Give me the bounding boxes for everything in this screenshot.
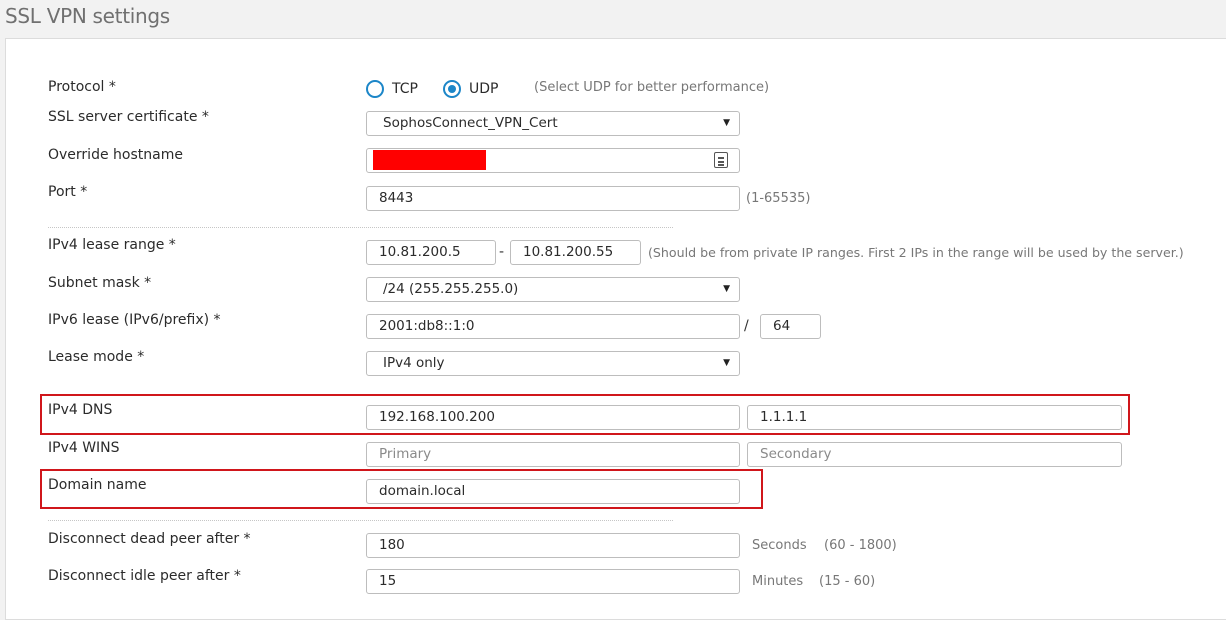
section-divider xyxy=(48,520,673,521)
range-separator: - xyxy=(499,244,505,260)
ipv6-prefix-input[interactable]: 64 xyxy=(760,314,821,339)
protocol-hint: (Select UDP for better performance) xyxy=(534,80,770,95)
protocol-udp-radio[interactable] xyxy=(443,80,461,98)
contact-card-icon[interactable] xyxy=(714,152,728,168)
protocol-label: Protocol * xyxy=(48,79,116,95)
domain-input[interactable]: domain.local xyxy=(366,479,740,504)
ipv6-lease-label: IPv6 lease (IPv6/prefix) * xyxy=(48,312,221,328)
chevron-down-icon: ▼ xyxy=(723,358,730,368)
dead-peer-range: (60 - 1800) xyxy=(824,538,897,553)
lease-mode-select[interactable]: IPv4 only ▼ xyxy=(366,351,740,376)
subnet-select[interactable]: /24 (255.255.255.0) ▼ xyxy=(366,277,740,302)
certificate-select[interactable]: SophosConnect_VPN_Cert ▼ xyxy=(366,111,740,136)
section-divider xyxy=(48,227,673,228)
dns-label: IPv4 DNS xyxy=(48,402,113,418)
port-hint: (1-65535) xyxy=(746,191,811,206)
page-title: SSL VPN settings xyxy=(5,4,170,28)
chevron-down-icon: ▼ xyxy=(723,118,730,128)
ipv4-range-hint: (Should be from private IP ranges. First… xyxy=(648,245,1184,260)
hostname-label: Override hostname xyxy=(48,147,183,163)
lease-mode-label: Lease mode * xyxy=(48,349,145,365)
wins-primary-input[interactable]: Primary xyxy=(366,442,740,467)
radio-selected-dot xyxy=(448,85,456,93)
dns-primary-input[interactable]: 192.168.100.200 xyxy=(366,405,740,430)
port-input[interactable]: 8443 xyxy=(366,186,740,211)
domain-label: Domain name xyxy=(48,477,147,493)
protocol-tcp-radio[interactable] xyxy=(366,80,384,98)
dead-peer-unit: Seconds xyxy=(752,538,807,553)
idle-peer-range: (15 - 60) xyxy=(819,574,876,589)
certificate-label: SSL server certificate * xyxy=(48,109,209,125)
subnet-value: /24 (255.255.255.0) xyxy=(383,281,519,297)
lease-mode-value: IPv4 only xyxy=(383,355,445,371)
dead-peer-input[interactable]: 180 xyxy=(366,533,740,558)
subnet-label: Subnet mask * xyxy=(48,275,152,291)
ipv4-range-start-input[interactable]: 10.81.200.5 xyxy=(366,240,496,265)
ipv4-range-end-input[interactable]: 10.81.200.55 xyxy=(510,240,641,265)
redaction-block xyxy=(373,150,486,170)
ipv4-range-label: IPv4 lease range * xyxy=(48,237,176,253)
protocol-tcp-label[interactable]: TCP xyxy=(392,81,418,97)
chevron-down-icon: ▼ xyxy=(723,284,730,294)
dead-peer-label: Disconnect dead peer after * xyxy=(48,531,251,547)
idle-peer-unit: Minutes xyxy=(752,574,804,589)
certificate-value: SophosConnect_VPN_Cert xyxy=(383,115,558,131)
ipv6-lease-input[interactable]: 2001:db8::1:0 xyxy=(366,314,740,339)
protocol-udp-label[interactable]: UDP xyxy=(469,81,498,97)
port-label: Port * xyxy=(48,184,88,200)
dns-secondary-input[interactable]: 1.1.1.1 xyxy=(747,405,1122,430)
wins-secondary-input[interactable]: Secondary xyxy=(747,442,1122,467)
prefix-separator: / xyxy=(744,318,749,334)
idle-peer-input[interactable]: 15 xyxy=(366,569,740,594)
idle-peer-label: Disconnect idle peer after * xyxy=(48,568,241,584)
wins-label: IPv4 WINS xyxy=(48,440,120,456)
